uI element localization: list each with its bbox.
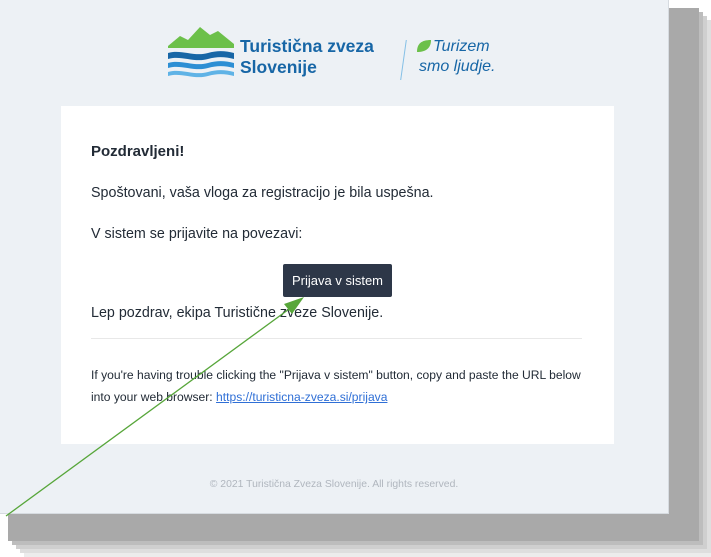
trouble-text: If you're having trouble clicking the "P…: [91, 364, 591, 408]
success-message: Spoštovani, vaša vloga za registracijo j…: [91, 185, 434, 201]
brand-divider: [400, 40, 407, 80]
login-button[interactable]: Prijava v sistem: [283, 264, 392, 297]
brand-name-line2: Slovenije: [240, 57, 317, 77]
greeting-heading: Pozdravljeni!: [91, 143, 185, 160]
login-url-link[interactable]: https://turisticna-zveza.si/prijava: [216, 390, 387, 404]
brand-logo[interactable]: Turistična zveza Slovenije Turizem smo l…: [166, 24, 526, 82]
brand-name-line1: Turistična zveza: [240, 36, 374, 56]
mountains-logo-icon: [168, 27, 234, 78]
closing-text: Lep pozdrav, ekipa Turistične zveze Slov…: [91, 305, 384, 321]
footer-copyright: © 2021 Turistična Zveza Slovenije. All r…: [209, 479, 459, 490]
brand-name: Turistična zveza Slovenije: [240, 36, 380, 78]
login-instruction: V sistem se prijavite na povezavi:: [91, 226, 303, 242]
leaf-icon: [417, 40, 431, 52]
slogan-line2: smo ljudje.: [419, 58, 496, 75]
email-frame: Turistična zveza Slovenije Turizem smo l…: [0, 0, 669, 514]
slogan-line1: Turizem: [433, 38, 490, 55]
content-divider: [91, 338, 582, 339]
email-card: Pozdravljeni! Spoštovani, vaša vloga za …: [61, 106, 614, 444]
